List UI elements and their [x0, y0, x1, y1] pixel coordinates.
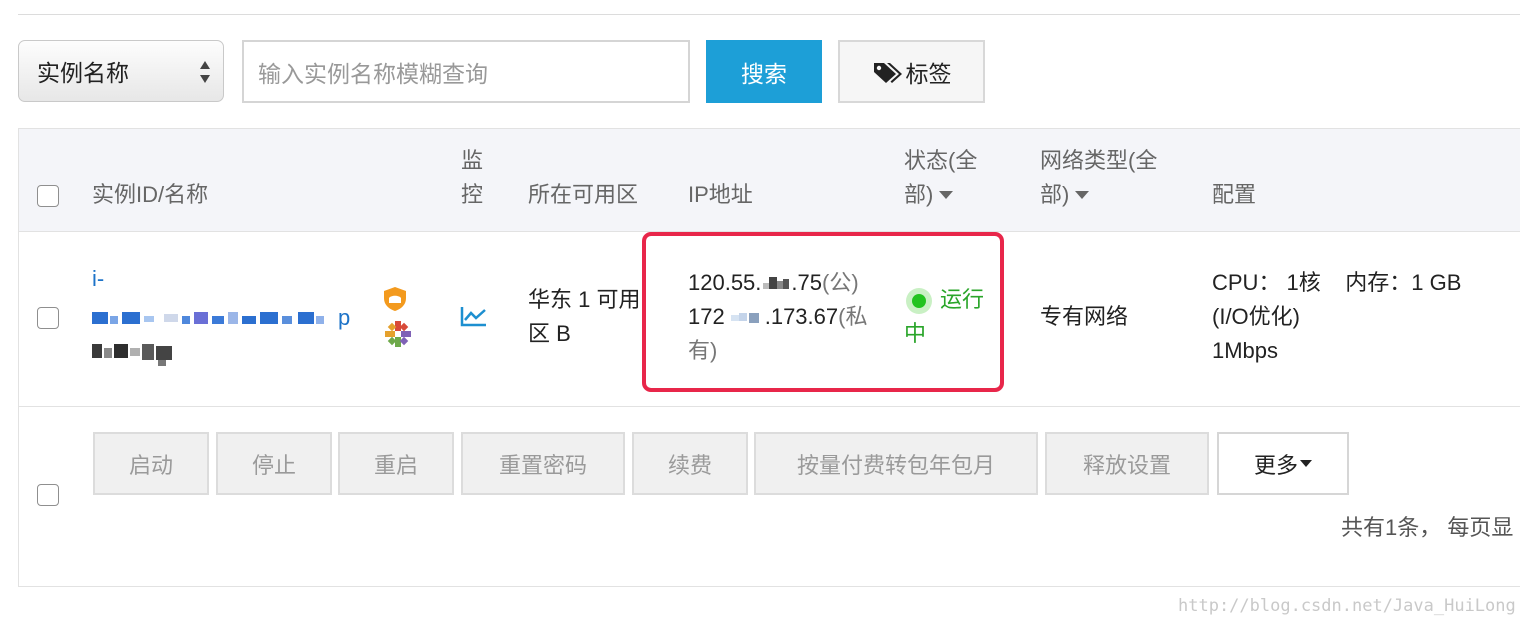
config-bandwidth: 1Mbps — [1212, 338, 1279, 363]
header-zone: 所在可用区 — [528, 182, 639, 207]
security-shield-icon[interactable] — [382, 286, 408, 312]
release-settings-button[interactable]: 释放设置 — [1045, 432, 1209, 495]
header-network-line2: 部) — [1040, 182, 1070, 207]
pagination-summary: 共有1条， 每页显 — [1341, 515, 1514, 540]
header-monitor-line2: 控 — [461, 182, 484, 207]
watermark: http://blog.csdn.net/Java_HuiLong — [1178, 596, 1516, 616]
stop-button[interactable]: 停止 — [216, 432, 332, 495]
search-field-select[interactable]: 实例名称 — [18, 40, 224, 102]
renew-button[interactable]: 续费 — [632, 432, 748, 495]
reset-password-button[interactable]: 重置密码 — [461, 432, 625, 495]
search-input-placeholder: 输入实例名称模糊查询 — [258, 60, 488, 87]
footer-select-all-checkbox[interactable] — [37, 484, 59, 506]
row-divider — [19, 406, 1520, 407]
select-all-checkbox[interactable] — [37, 185, 59, 207]
header-status-line2: 部) — [904, 182, 934, 207]
monitor-chart-icon[interactable] — [460, 305, 488, 327]
instance-id-redacted — [92, 310, 338, 326]
header-config: 配置 — [1212, 182, 1257, 207]
network-filter-caret-icon — [1075, 191, 1090, 199]
search-button[interactable]: 搜索 — [706, 40, 822, 103]
top-divider — [18, 14, 1520, 15]
os-logo-icon — [385, 321, 411, 347]
search-field-select-value: 实例名称 — [37, 60, 129, 86]
convert-billing-button[interactable]: 按量付费转包年包月 — [754, 432, 1038, 495]
restart-button[interactable]: 重启 — [338, 432, 454, 495]
select-arrows-icon — [200, 61, 210, 83]
header-instance: 实例ID/名称 — [92, 182, 209, 207]
config-cpu-memory: CPU： 1核 内存：1 GB — [1212, 270, 1462, 295]
header-status-filter[interactable]: 部) — [904, 178, 954, 212]
table-header — [19, 129, 1520, 232]
start-button[interactable]: 启动 — [93, 432, 209, 495]
network-type: 专有网络 — [1040, 304, 1129, 329]
highlight-box — [642, 232, 1004, 392]
tag-button-label: 标签 — [905, 60, 952, 87]
zone-line2: 区 B — [528, 321, 571, 346]
instance-name-redacted — [92, 342, 174, 366]
more-caret-icon — [1300, 460, 1312, 467]
header-status-line1[interactable]: 状态(全 — [904, 144, 977, 178]
more-button[interactable]: 更多 — [1217, 432, 1349, 495]
zone-line1: 华东 1 可用 — [528, 287, 641, 312]
instance-id-link[interactable]: i- — [92, 264, 104, 294]
status-filter-caret-icon — [939, 191, 954, 199]
header-ip: IP地址 — [688, 182, 753, 207]
more-button-label: 更多 — [1253, 452, 1298, 478]
header-network-filter[interactable]: 部) — [1040, 178, 1090, 212]
header-network-line1[interactable]: 网络类型(全 — [1040, 144, 1157, 178]
search-input[interactable]: 输入实例名称模糊查询 — [242, 40, 690, 103]
config-io: (I/O优化) — [1212, 304, 1300, 329]
row-checkbox[interactable] — [37, 307, 59, 329]
tag-icon — [873, 62, 902, 83]
instance-id-tail[interactable]: p — [338, 303, 350, 333]
tag-button[interactable]: 标签 — [838, 40, 985, 103]
header-monitor-line1: 监 — [461, 148, 484, 173]
